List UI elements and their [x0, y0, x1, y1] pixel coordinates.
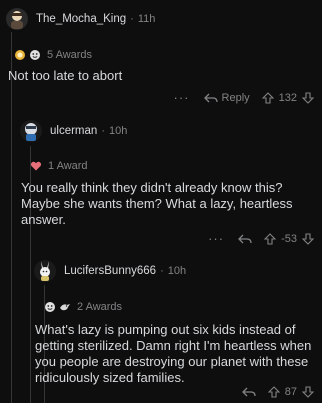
- award-heart-icon: [30, 160, 42, 172]
- comment-body: Not too late to abort: [8, 68, 123, 83]
- reply-icon: [241, 387, 256, 397]
- vote-score: -53: [281, 232, 297, 245]
- reply-button[interactable]: [241, 386, 256, 398]
- user-avatar[interactable]: [6, 8, 28, 30]
- avatar-icon: [11, 11, 23, 29]
- comment-body: You really think they didn't already kno…: [21, 180, 293, 227]
- reply-icon: [238, 234, 252, 243]
- comment-actions: ··· -53: [208, 231, 314, 246]
- upvote-icon[interactable]: [261, 91, 274, 104]
- user-avatar[interactable]: [20, 120, 42, 142]
- reply-label: Reply: [221, 91, 250, 104]
- reply-button[interactable]: Reply: [203, 91, 250, 104]
- comment-2: ulcerman · 10h 1 Award You really think …: [0, 110, 322, 252]
- comment-body: What's lazy is pumping out six kids inst…: [35, 322, 312, 385]
- separator-dot: ·: [101, 125, 105, 137]
- avatar-icon: [40, 261, 50, 281]
- reply-icon: [203, 93, 218, 102]
- downvote-icon[interactable]: [302, 386, 314, 398]
- vote-score: 87: [284, 386, 297, 398]
- comment-3: LucifersBunny666 · 10h 2 Awards What's l…: [0, 252, 322, 403]
- reply-button[interactable]: [238, 233, 252, 245]
- award-bird-icon: [59, 301, 71, 313]
- awards-row[interactable]: 2 Awards: [44, 301, 122, 313]
- username[interactable]: The_Mocha_King: [36, 13, 126, 25]
- separator-dot: ·: [130, 13, 134, 25]
- comment-actions: ··· Reply 132: [174, 90, 314, 105]
- downvote-icon[interactable]: [302, 232, 314, 245]
- timestamp[interactable]: 10h: [109, 125, 127, 137]
- award-face-icon: [44, 301, 56, 313]
- upvote-icon[interactable]: [267, 386, 280, 398]
- vote-score: 132: [278, 91, 297, 104]
- vote-controls: 132: [261, 91, 314, 104]
- awards-row[interactable]: 5 Awards: [14, 49, 92, 61]
- user-avatar[interactable]: [34, 260, 56, 282]
- username[interactable]: LucifersBunny666: [64, 265, 156, 277]
- awards-count: 2 Awards: [77, 301, 123, 313]
- avatar-icon: [25, 123, 37, 141]
- downvote-icon[interactable]: [302, 91, 314, 104]
- more-options-button[interactable]: ···: [174, 90, 190, 105]
- separator-dot: ·: [160, 265, 164, 277]
- upvote-icon[interactable]: [264, 232, 277, 245]
- vote-controls: -53: [264, 233, 314, 245]
- timestamp[interactable]: 11h: [138, 13, 156, 25]
- awards-count: 5 Awards: [47, 49, 93, 61]
- vote-controls: 87: [267, 386, 314, 398]
- awards-row[interactable]: 1 Award: [30, 160, 88, 172]
- username[interactable]: ulcerman: [50, 125, 97, 137]
- more-options-button[interactable]: ···: [208, 231, 224, 246]
- awards-count: 1 Award: [48, 160, 88, 172]
- comment-actions: 87: [241, 386, 314, 398]
- award-gold-icon: [14, 49, 26, 61]
- comment-1: The_Mocha_King · 11h 5 Awards Not too la…: [0, 0, 322, 110]
- award-face-icon: [29, 49, 41, 61]
- timestamp[interactable]: 10h: [168, 265, 186, 277]
